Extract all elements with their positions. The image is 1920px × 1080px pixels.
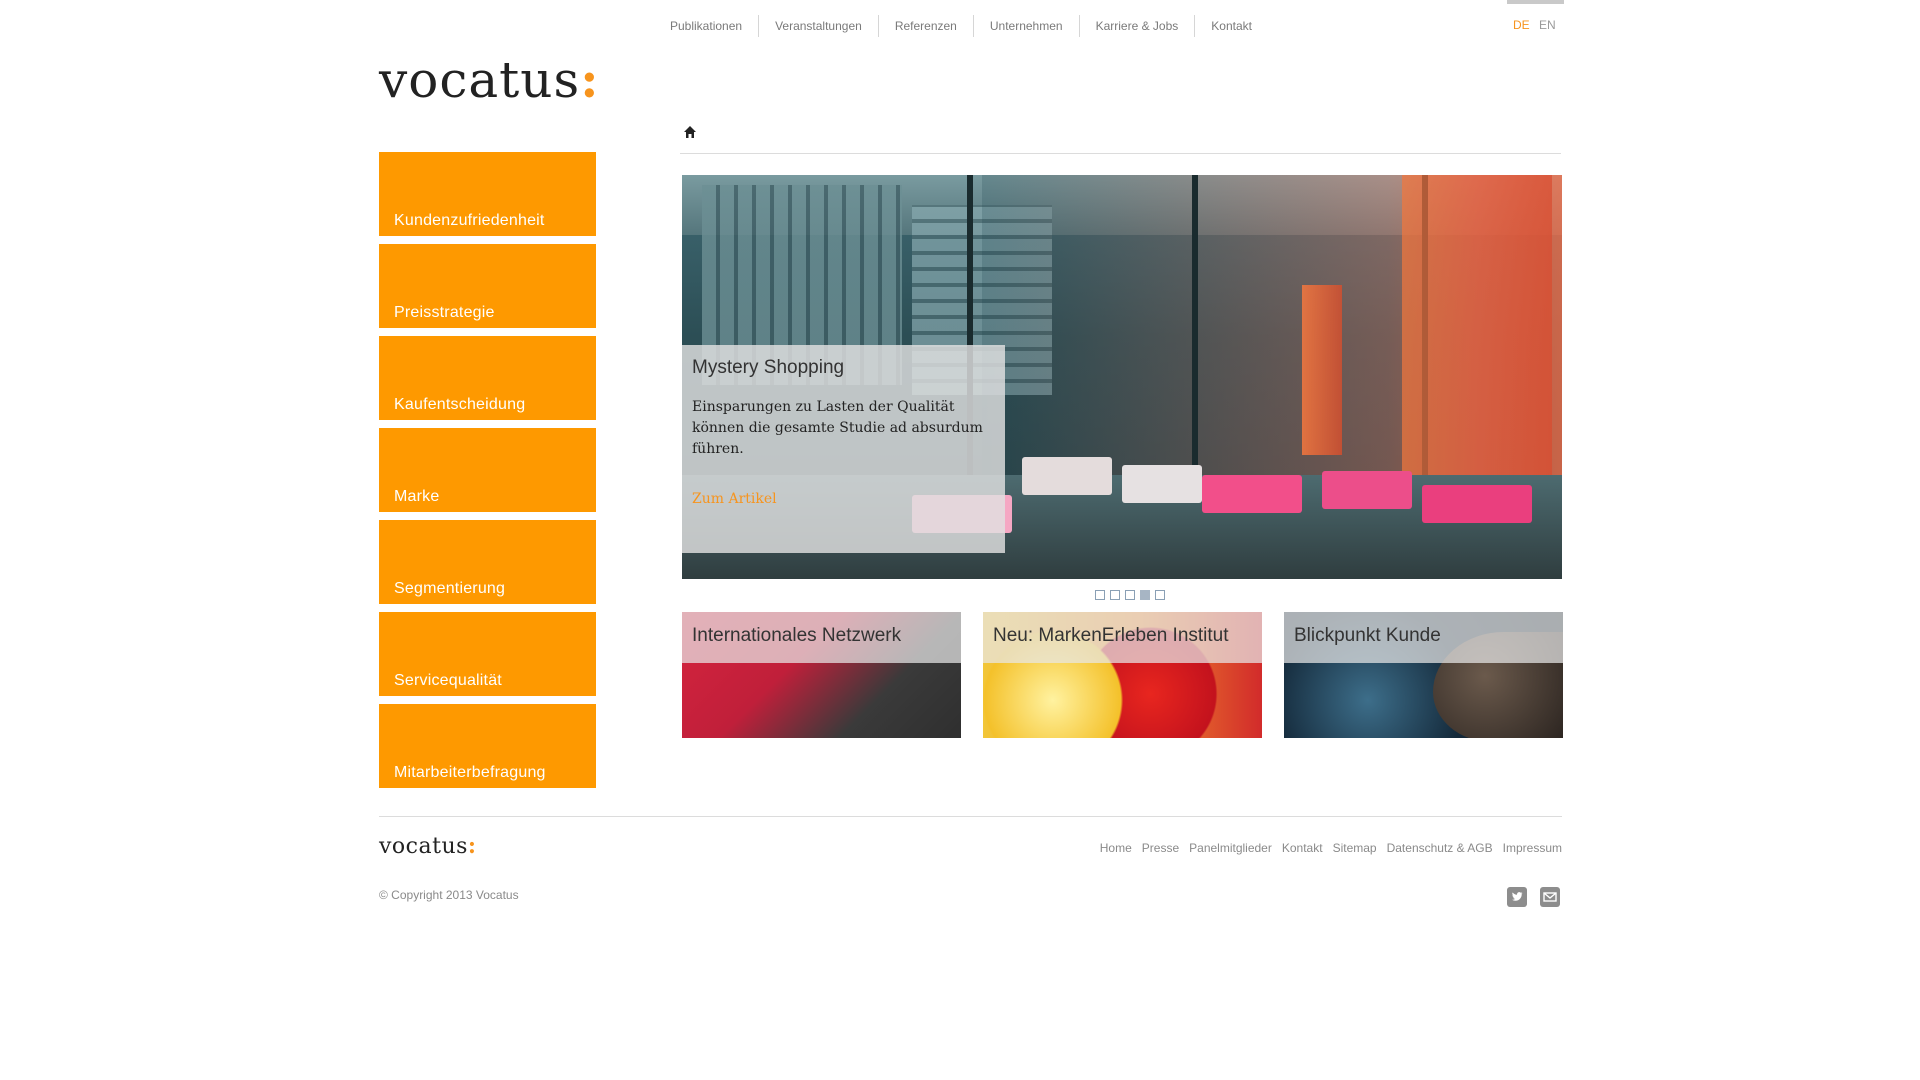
- sidebar-item-kaufentscheidung[interactable]: Kaufentscheidung: [379, 336, 596, 420]
- hero-slider: Mystery Shopping Einsparungen zu Lasten …: [682, 175, 1562, 579]
- footer-link-sitemap[interactable]: Sitemap: [1333, 841, 1377, 855]
- sidebar-item-mitarbeiterbefragung[interactable]: Mitarbeiterbefragung: [379, 704, 596, 788]
- footer-link-presse[interactable]: Presse: [1142, 841, 1179, 855]
- sidebar-item-label: Servicequalität: [394, 672, 502, 689]
- sidebar-item-label: Kaufentscheidung: [394, 396, 526, 413]
- footer-logo[interactable]: vocatus:: [379, 833, 477, 859]
- teaser-label: Blickpunkt Kunde: [1294, 625, 1441, 646]
- teaser-blickpunkt-kunde[interactable]: Blickpunkt Kunde: [1284, 612, 1563, 738]
- footer-link-panelmitglieder[interactable]: Panelmitglieder: [1189, 841, 1272, 855]
- topnav-unternehmen[interactable]: Unternehmen: [972, 15, 1079, 37]
- lang-en[interactable]: EN: [1539, 18, 1556, 32]
- sidebar-item-label: Segmentierung: [394, 580, 506, 597]
- sidebar-item-preisstrategie[interactable]: Preisstrategie: [379, 244, 596, 328]
- hero-image-seat: [1422, 485, 1532, 523]
- slider-dot[interactable]: [1110, 590, 1120, 600]
- teaser-label: Internationales Netzwerk: [692, 625, 902, 646]
- teaser-markenerleben-institut[interactable]: Neu: MarkenErleben Institut: [983, 612, 1262, 738]
- teaser-caption: Blickpunkt Kunde: [1284, 612, 1563, 663]
- site-logo[interactable]: vocatus:: [379, 48, 600, 112]
- slider-dot[interactable]: [1125, 590, 1135, 600]
- teaser-label: Neu: MarkenErleben Institut: [993, 625, 1229, 646]
- lang-de[interactable]: DE: [1513, 18, 1530, 32]
- sidebar-item-label: Marke: [394, 488, 440, 505]
- logo-colon: :: [580, 50, 600, 109]
- sidebar-menu: Kundenzufriedenheit Preisstrategie Kaufe…: [379, 152, 596, 796]
- copyright: © Copyright 2013 Vocatus: [379, 888, 519, 902]
- hero-image-seat: [1322, 471, 1412, 509]
- sidebar-item-label: Preisstrategie: [394, 304, 495, 321]
- sidebar-item-label: Mitarbeiterbefragung: [394, 764, 546, 781]
- hero-text: Einsparungen zu Lasten der Qualität könn…: [692, 399, 983, 457]
- footer-logo-colon: :: [467, 833, 477, 859]
- teaser-caption: Internationales Netzwerk: [682, 612, 961, 663]
- hero-caption: Mystery Shopping Einsparungen zu Lasten …: [682, 345, 1005, 553]
- slider-dot[interactable]: [1155, 590, 1165, 600]
- slider-dot[interactable]: [1095, 590, 1105, 600]
- topnav-karriere-jobs[interactable]: Karriere & Jobs: [1078, 15, 1195, 37]
- sidebar-item-servicequalitaet[interactable]: Servicequalität: [379, 612, 596, 696]
- breadcrumb: [680, 123, 1561, 154]
- top-nav: Publikationen Veranstaltungen Referenzen…: [670, 14, 1268, 38]
- topnav-kontakt[interactable]: Kontakt: [1194, 15, 1268, 37]
- sidebar-item-segmentierung[interactable]: Segmentierung: [379, 520, 596, 604]
- logo-text: vocatus: [379, 51, 581, 109]
- language-indicator-bar: [1507, 0, 1564, 4]
- footer-nav: Home Presse Panelmitglieder Kontakt Site…: [1100, 841, 1562, 855]
- mail-icon[interactable]: [1540, 887, 1560, 907]
- home-icon[interactable]: [683, 125, 697, 139]
- sidebar-item-marke[interactable]: Marke: [379, 428, 596, 512]
- sidebar-item-label: Kundenzufriedenheit: [394, 212, 545, 229]
- teaser-caption: Neu: MarkenErleben Institut: [983, 612, 1262, 663]
- hero-image-seat: [1122, 465, 1202, 503]
- hero-read-more-link[interactable]: Zum Artikel: [692, 491, 777, 507]
- footer-link-home[interactable]: Home: [1100, 841, 1132, 855]
- topnav-referenzen[interactable]: Referenzen: [877, 15, 973, 37]
- hero-title: Mystery Shopping: [692, 357, 845, 378]
- footer-link-impressum[interactable]: Impressum: [1503, 841, 1562, 855]
- topnav-veranstaltungen[interactable]: Veranstaltungen: [758, 15, 878, 37]
- hero-image-seat: [1022, 457, 1112, 495]
- hero-image-curtain: [1302, 285, 1342, 455]
- teaser-internationales-netzwerk[interactable]: Internationales Netzwerk: [682, 612, 961, 738]
- hero-image-seat: [1202, 475, 1302, 513]
- footer-divider: [379, 816, 1562, 817]
- topnav-publikationen[interactable]: Publikationen: [670, 15, 758, 37]
- slider-pager: [1095, 590, 1165, 600]
- footer-link-datenschutz[interactable]: Datenschutz & AGB: [1387, 841, 1493, 855]
- language-switcher: DE EN: [1507, 0, 1564, 40]
- twitter-icon[interactable]: [1507, 887, 1527, 907]
- footer-link-kontakt[interactable]: Kontakt: [1282, 841, 1323, 855]
- slider-dot-active[interactable]: [1140, 590, 1150, 600]
- footer-logo-text: vocatus: [379, 834, 468, 859]
- sidebar-item-kundenzufriedenheit[interactable]: Kundenzufriedenheit: [379, 152, 596, 236]
